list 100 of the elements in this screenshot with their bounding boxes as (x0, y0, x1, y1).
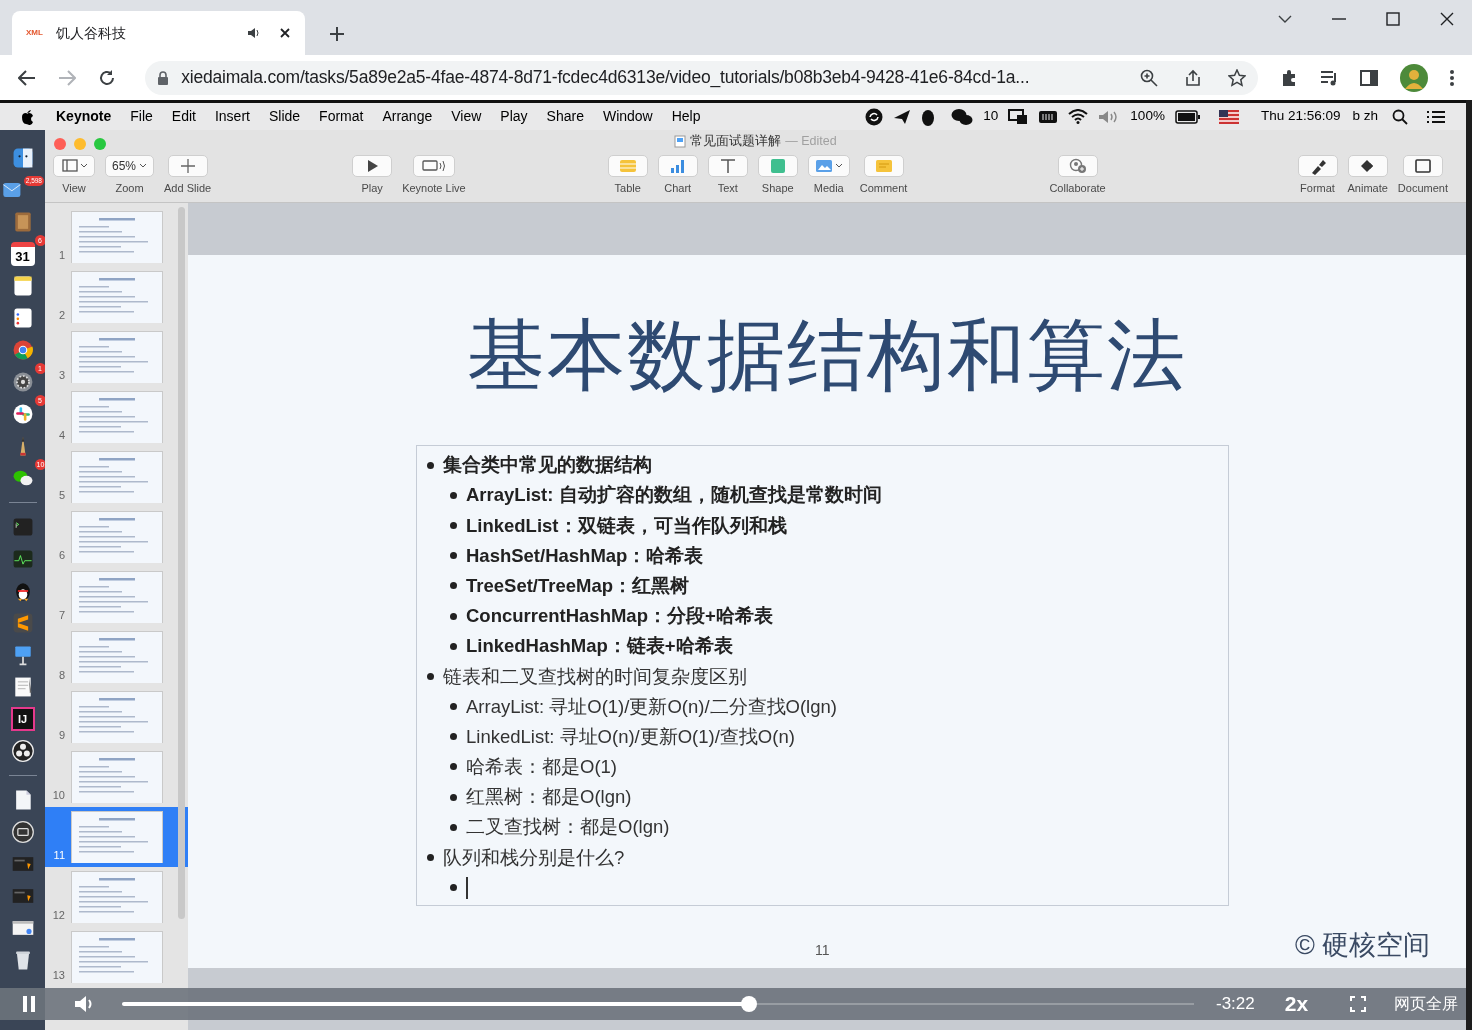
slide-thumbnail-row[interactable]: 9 (45, 687, 188, 747)
format-button[interactable] (1297, 155, 1338, 177)
slide-thumbnail[interactable] (71, 571, 163, 623)
slide-thumbnail-row[interactable]: 8 (45, 627, 188, 687)
chevron-down-icon[interactable] (1278, 15, 1292, 23)
more-icon[interactable] (1450, 69, 1454, 86)
slide-thumbnail[interactable] (71, 271, 163, 323)
menu-item[interactable]: Slide (268, 106, 301, 127)
input-source[interactable]: b zh (1352, 106, 1378, 127)
menu-item[interactable]: File (130, 106, 153, 127)
menu-item[interactable]: Format (319, 106, 364, 127)
list-icon[interactable] (1426, 109, 1446, 124)
slide-thumbnail[interactable] (71, 511, 163, 563)
fullscreen-icon[interactable] (1350, 996, 1367, 1012)
animate-button[interactable] (1347, 155, 1388, 177)
view-button[interactable] (53, 155, 95, 177)
star-icon[interactable] (1228, 68, 1246, 87)
menu-app-name[interactable]: Keynote (56, 106, 112, 127)
media-queue-icon[interactable] (1320, 69, 1338, 86)
apple-icon[interactable] (20, 108, 34, 125)
slide-thumbnail[interactable] (71, 751, 163, 803)
zoom-button[interactable]: 65% (105, 155, 155, 177)
slide-thumbnail-row[interactable]: 12 (45, 867, 188, 927)
recorder-icon[interactable] (10, 739, 35, 763)
slide-thumbnail-row[interactable]: 7 (45, 567, 188, 627)
slide-thumbnail-row[interactable]: 10 (45, 747, 188, 807)
speaker-icon[interactable] (247, 27, 261, 39)
calendar-icon[interactable]: 31 (10, 242, 35, 266)
scrollbar[interactable] (178, 207, 185, 919)
plus-button[interactable] (167, 155, 208, 177)
toolbar-label: Comment (859, 181, 908, 196)
sync-icon[interactable] (865, 107, 884, 126)
new-tab-icon[interactable] (329, 26, 345, 42)
collab-button[interactable] (1057, 155, 1098, 177)
back-icon[interactable] (18, 69, 36, 86)
slide-number: 2 (57, 307, 65, 323)
close-icon[interactable] (1440, 12, 1454, 26)
wifi-icon[interactable] (1068, 109, 1089, 124)
text-box[interactable] (416, 445, 1229, 906)
battery-icon[interactable] (1174, 109, 1201, 124)
slide-thumbnail[interactable] (71, 451, 163, 503)
memory-icon[interactable] (1038, 109, 1059, 124)
slide-thumbnail-row[interactable]: 13 (45, 927, 188, 987)
slide-thumbnail[interactable] (71, 391, 163, 443)
slide-thumbnail-row[interactable]: 6 (45, 507, 188, 567)
slide-thumbnail[interactable] (71, 691, 163, 743)
chat-icon[interactable] (951, 107, 974, 126)
progress-slider[interactable] (122, 996, 1194, 1012)
close-icon[interactable] (279, 27, 291, 39)
flag-icon[interactable] (1218, 109, 1239, 124)
address-bar[interactable]: xiedaimala.com/tasks/5a89e2a5-4fae-4874-8d71-fcdec4d6313e/video_tutorials/b08b3eb4-9428-41e6-84cd-1a... (145, 60, 1258, 95)
live-button[interactable] (412, 155, 455, 177)
toolbar-label: Document (1397, 181, 1448, 196)
menu-item[interactable]: Insert (214, 106, 250, 127)
menu-item[interactable]: Help (671, 106, 701, 127)
playback-speed[interactable]: 2x (1284, 988, 1309, 1020)
menu-item[interactable]: Arrange (382, 106, 433, 127)
menu-item[interactable]: Share (546, 106, 584, 127)
progress-thumb[interactable] (741, 996, 758, 1012)
slide-thumbnail[interactable] (71, 211, 163, 263)
avatar-icon[interactable] (1400, 63, 1428, 92)
slide-thumbnail[interactable] (71, 931, 163, 983)
slide-thumbnail[interactable] (71, 331, 163, 383)
slide-thumbnail-row[interactable]: 3 (45, 327, 188, 387)
puzzle-icon[interactable] (1280, 68, 1298, 87)
slide-thumbnail-row[interactable]: 4 (45, 387, 188, 447)
play-button[interactable] (352, 155, 393, 177)
slide-thumbnail[interactable] (71, 811, 163, 863)
zoom-icon[interactable] (1140, 68, 1158, 87)
toolbar-label: Keynote Live (402, 181, 466, 196)
share-icon[interactable] (1184, 68, 1202, 87)
slide-thumbnail[interactable] (71, 631, 163, 683)
side-panel-icon[interactable] (1360, 69, 1378, 86)
toolbar-label: View (62, 181, 86, 196)
reload-icon[interactable] (98, 68, 116, 87)
tray-icon[interactable] (10, 820, 35, 844)
plane-icon[interactable] (893, 108, 912, 125)
web-fullscreen-button[interactable]: 网页全屏 (1394, 992, 1459, 1016)
slide-thumbnail-row[interactable]: 11 (45, 807, 188, 867)
slide-thumbnail-row[interactable]: 2 (45, 267, 188, 327)
pause-icon[interactable] (22, 995, 36, 1013)
menu-item[interactable]: View (451, 106, 482, 127)
menu-item[interactable]: Play (500, 106, 528, 127)
slide-thumbnail[interactable] (71, 871, 163, 923)
maximize-icon[interactable] (1386, 12, 1400, 26)
slide-thumbnail-row[interactable]: 1 (45, 207, 188, 267)
media-button[interactable] (807, 155, 850, 177)
menu-item[interactable]: Window (602, 106, 653, 127)
display-icon[interactable] (1008, 108, 1029, 125)
bullet-text: 红黑树：都是O(lgn) (466, 785, 632, 810)
document-button[interactable] (1402, 155, 1443, 177)
menu-item[interactable]: Edit (171, 106, 196, 127)
text-button[interactable] (707, 155, 748, 177)
search-icon[interactable] (1392, 108, 1408, 125)
slide-thumbnail-row[interactable]: 5 (45, 447, 188, 507)
edited-status: — Edited (785, 132, 837, 150)
ide-icon[interactable]: IJ (10, 707, 35, 731)
browser-tab[interactable]: XML 饥人谷科技 (12, 11, 305, 55)
menubar-clock[interactable]: Thu 21:56:09 (1260, 106, 1341, 127)
chart-button[interactable] (657, 155, 698, 177)
